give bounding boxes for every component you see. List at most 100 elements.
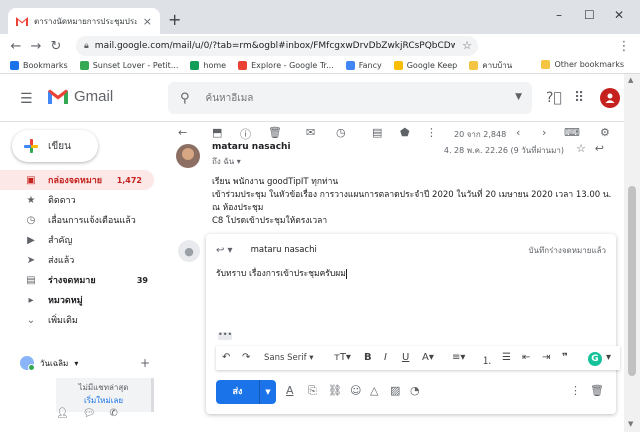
new-chat-icon[interactable]: +: [140, 356, 150, 370]
menu-icon[interactable]: ☰: [20, 91, 33, 107]
back-button[interactable]: ←: [6, 39, 26, 54]
bookmark-item[interactable]: Google Keep: [393, 61, 457, 70]
sidebar-item[interactable]: ★ ติดดาว: [0, 190, 160, 210]
settings-gear-icon[interactable]: ⚙︎: [600, 126, 610, 139]
reply-recipient-row[interactable]: ↩ ▾ mataru nasachi บันทึกร่างจดหมายแล้ว: [216, 240, 606, 260]
browser-tab[interactable]: ตารางนัดหมายการประชุมประจำปี 2020 ×: [8, 8, 160, 34]
bulleted-list-icon[interactable]: ☰: [502, 352, 511, 363]
menu-kebab-icon[interactable]: ⋮: [614, 39, 634, 54]
star-icon[interactable]: ☆: [576, 142, 586, 155]
move-to-icon[interactable]: ▤: [372, 126, 382, 139]
attach-icon[interactable]: ⎘: [308, 384, 317, 398]
bookmark-item[interactable]: Bookmarks: [10, 61, 68, 70]
archive-icon[interactable]: ⬒: [212, 126, 222, 139]
indent-more-icon[interactable]: ⇥: [542, 352, 550, 363]
reload-button[interactable]: ↻: [46, 39, 66, 54]
input-tools-icon[interactable]: ⌨︎: [564, 126, 580, 139]
underline-icon[interactable]: U: [402, 352, 409, 363]
more-options-icon[interactable]: ⋮: [426, 126, 437, 139]
start-new-link[interactable]: เริ่มใหม่เลย: [56, 394, 151, 407]
scrollbar-thumb[interactable]: [628, 186, 636, 376]
text-color-icon[interactable]: A▾: [422, 352, 434, 363]
italic-icon[interactable]: I: [384, 352, 387, 363]
back-arrow-icon[interactable]: ←: [178, 126, 187, 139]
gmail-logo[interactable]: Gmail: [48, 88, 113, 105]
sender-name[interactable]: mataru nasachi: [212, 142, 291, 152]
redo-icon[interactable]: ↷: [242, 352, 250, 363]
reply-type-icon[interactable]: ↩ ▾: [216, 245, 233, 256]
sidebar-item[interactable]: ▤ ร่างจดหมาย 39: [0, 270, 160, 290]
hangouts-icon[interactable]: 💬︎: [83, 408, 96, 419]
other-bookmarks[interactable]: Other bookmarks: [541, 60, 624, 69]
recipient-line[interactable]: ถึง ฉัน ▾: [212, 155, 241, 168]
send-options-icon[interactable]: ▼: [260, 380, 276, 404]
bookmark-item[interactable]: Sunset Lover - Petit...: [79, 61, 178, 70]
scrollbar[interactable]: ▲ ▼: [624, 74, 640, 432]
bookmark-item[interactable]: home: [190, 61, 226, 70]
scroll-up-icon[interactable]: ▲: [628, 76, 633, 84]
hangouts-user[interactable]: วันเฉลิม ▾: [0, 354, 160, 372]
emoji-icon[interactable]: ☺: [350, 384, 361, 397]
send-button[interactable]: ส่ง ▼: [216, 380, 276, 404]
forward-button[interactable]: →: [26, 39, 46, 54]
reply-recipient[interactable]: mataru nasachi: [251, 245, 317, 255]
scroll-down-icon[interactable]: ▼: [628, 420, 633, 428]
mark-unread-icon[interactable]: ✉︎: [306, 126, 315, 139]
sidebar-item[interactable]: ➤ ส่งแล้ว: [0, 250, 160, 270]
sidebar-item[interactable]: ▣ กล่องจดหมาย 1,472: [0, 170, 154, 190]
delete-icon[interactable]: 🗑︎: [268, 126, 282, 139]
undo-icon[interactable]: ↶: [222, 352, 230, 363]
bookmark-item[interactable]: Fancy: [345, 61, 382, 70]
window-close-button[interactable]: ✕: [614, 8, 624, 22]
phone-icon[interactable]: ✆: [109, 408, 117, 419]
bookmark-item[interactable]: คาบบ้าน: [469, 59, 512, 72]
apps-grid-icon[interactable]: ⠿: [574, 90, 584, 106]
search-icon[interactable]: ⚲: [180, 91, 190, 106]
draft-saved-status: บันทึกร่างจดหมายแล้ว: [528, 245, 606, 255]
sender-avatar[interactable]: [176, 144, 200, 168]
sidebar-item[interactable]: ◷ เลื่อนการแจ้งเตือนแล้ว: [0, 210, 160, 230]
confidential-mode-icon[interactable]: ◔: [410, 384, 420, 397]
compose-button[interactable]: เขียน: [12, 130, 98, 162]
bookmark-star-icon[interactable]: ☆: [462, 39, 472, 52]
labels-icon[interactable]: ⬟: [400, 126, 410, 139]
align-icon[interactable]: ≡▾: [452, 352, 465, 363]
search-options-icon[interactable]: ▼: [515, 92, 522, 102]
bold-icon[interactable]: B: [364, 352, 372, 363]
address-bar[interactable]: 🔒︎ mail.google.com/mail/u/0/?tab=rm&ogbl…: [76, 36, 478, 56]
search-bar[interactable]: ⚲ ▼: [168, 82, 532, 114]
snooze-icon[interactable]: ◷: [336, 126, 346, 139]
search-input[interactable]: [205, 92, 506, 104]
maximize-button[interactable]: ☐: [584, 8, 595, 22]
indent-less-icon[interactable]: ⇤: [522, 352, 530, 363]
sidebar-item[interactable]: ⌄ เพิ่มเติม: [0, 310, 160, 330]
insert-photo-icon[interactable]: ▨: [390, 384, 400, 397]
grammarly-icon[interactable]: G: [588, 352, 602, 366]
sidebar-item[interactable]: ▶ สำคัญ: [0, 230, 160, 250]
other-bookmarks-label: Other bookmarks: [554, 60, 624, 69]
more-options-icon[interactable]: ⋮: [570, 384, 581, 397]
tab-close-icon[interactable]: ×: [143, 15, 152, 28]
drive-icon[interactable]: △: [370, 384, 378, 397]
font-size-icon[interactable]: тT▾: [334, 352, 351, 363]
report-spam-icon[interactable]: ⓘ: [240, 126, 251, 142]
bookmark-item[interactable]: Explore - Google Tr...: [238, 61, 334, 70]
more-formatting-icon[interactable]: ▾: [606, 352, 611, 363]
older-icon[interactable]: ›: [542, 126, 546, 139]
newer-icon[interactable]: ‹: [516, 126, 520, 139]
numbered-list-icon[interactable]: ⒈: [482, 352, 492, 367]
reply-body-field[interactable]: รับทราบ เรื่องการเข้าประชุมครับผม: [216, 266, 606, 280]
font-family-select[interactable]: Sans Serif ▾: [264, 353, 314, 363]
link-icon[interactable]: ⛓︎: [328, 384, 342, 397]
account-avatar[interactable]: [600, 88, 620, 108]
formatting-options-icon[interactable]: A: [286, 384, 294, 397]
new-tab-button[interactable]: +: [168, 12, 181, 28]
discard-draft-icon[interactable]: 🗑︎: [590, 384, 604, 397]
show-trimmed-content-button[interactable]: •••: [218, 331, 232, 340]
quote-icon[interactable]: ❞: [562, 352, 568, 363]
reply-icon[interactable]: ↩: [595, 142, 604, 155]
help-icon[interactable]: ?⃝: [546, 90, 562, 106]
sidebar-item[interactable]: ▸ หมวดหมู่: [0, 290, 160, 310]
contacts-icon[interactable]: 👤︎: [56, 408, 69, 419]
minimize-button[interactable]: –: [556, 8, 562, 22]
